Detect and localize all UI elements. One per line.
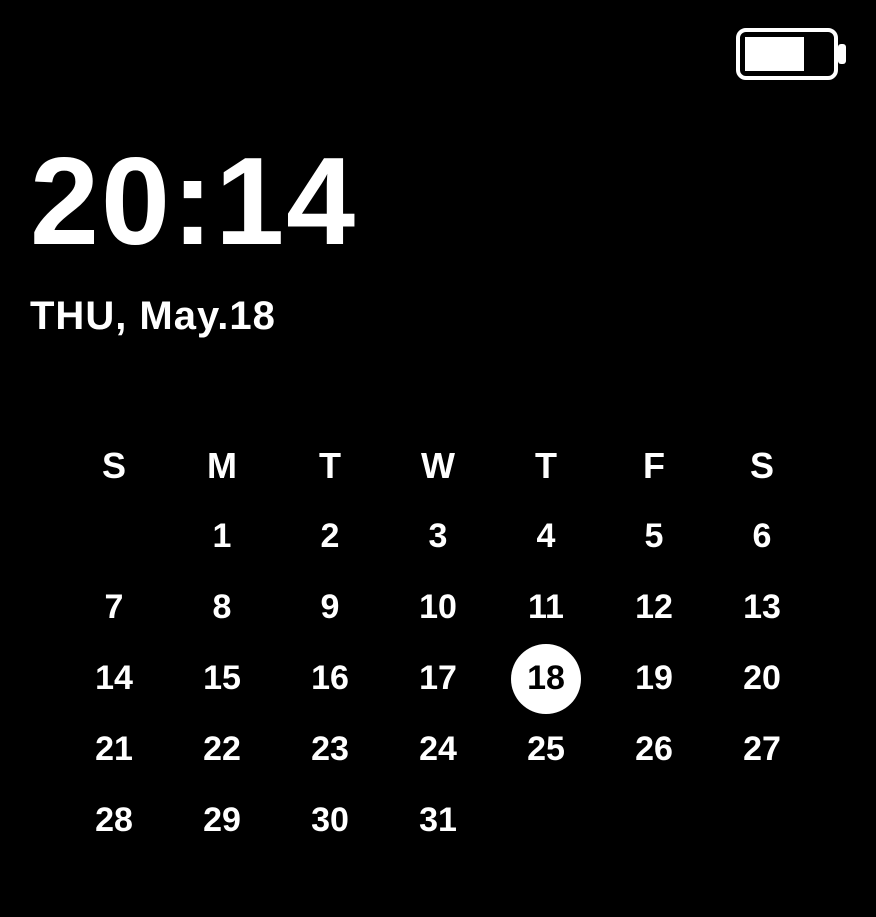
calendar-week-row: 28293031 [60, 785, 816, 856]
calendar-day[interactable]: 24 [384, 730, 492, 769]
calendar-weekday: T [492, 445, 600, 487]
calendar-weekday: T [276, 445, 384, 487]
calendar-day[interactable]: 14 [60, 659, 168, 698]
calendar-weekday: S [708, 445, 816, 487]
calendar-day[interactable]: 4 [492, 517, 600, 556]
calendar-day[interactable]: 26 [600, 730, 708, 769]
calendar: SMTWTFS 12345678910111213141516171819202… [60, 430, 816, 856]
calendar-day[interactable]: 15 [168, 659, 276, 698]
calendar-day[interactable]: 3 [384, 517, 492, 556]
calendar-day[interactable]: 7 [60, 588, 168, 627]
calendar-day[interactable]: 18 [492, 644, 600, 714]
calendar-day[interactable]: 17 [384, 659, 492, 698]
calendar-day[interactable]: 11 [492, 588, 600, 627]
calendar-day[interactable]: 10 [384, 588, 492, 627]
calendar-weekday: S [60, 445, 168, 487]
calendar-day[interactable]: 8 [168, 588, 276, 627]
calendar-day[interactable]: 1 [168, 517, 276, 556]
calendar-day-selected[interactable]: 18 [511, 644, 581, 714]
calendar-day[interactable]: 9 [276, 588, 384, 627]
clock-block: 20:14 THU, May.18 [30, 140, 357, 339]
calendar-day[interactable]: 21 [60, 730, 168, 769]
calendar-day[interactable]: 12 [600, 588, 708, 627]
time-display: 20:14 [30, 140, 357, 264]
calendar-week-row: 21222324252627 [60, 714, 816, 785]
calendar-day[interactable]: 2 [276, 517, 384, 556]
calendar-day[interactable]: 20 [708, 659, 816, 698]
calendar-week-row: 123456 [60, 501, 816, 572]
calendar-day[interactable]: 16 [276, 659, 384, 698]
calendar-weekday: F [600, 445, 708, 487]
calendar-weekday: W [384, 445, 492, 487]
calendar-day[interactable]: 19 [600, 659, 708, 698]
calendar-week-row: 14151617 18 1920 [60, 643, 816, 714]
calendar-day[interactable]: 25 [492, 730, 600, 769]
calendar-day[interactable]: 29 [168, 801, 276, 840]
calendar-week-row: 78910111213 [60, 572, 816, 643]
date-display: THU, May.18 [30, 294, 357, 339]
calendar-day[interactable]: 23 [276, 730, 384, 769]
calendar-day[interactable]: 5 [600, 517, 708, 556]
calendar-header-row: SMTWTFS [60, 430, 816, 501]
calendar-day[interactable]: 22 [168, 730, 276, 769]
calendar-day[interactable]: 6 [708, 517, 816, 556]
battery-icon [736, 28, 848, 85]
calendar-day[interactable]: 27 [708, 730, 816, 769]
calendar-weekday: M [168, 445, 276, 487]
calendar-day[interactable]: 13 [708, 588, 816, 627]
calendar-day[interactable]: 31 [384, 801, 492, 840]
calendar-day[interactable]: 28 [60, 801, 168, 840]
calendar-day[interactable]: 30 [276, 801, 384, 840]
